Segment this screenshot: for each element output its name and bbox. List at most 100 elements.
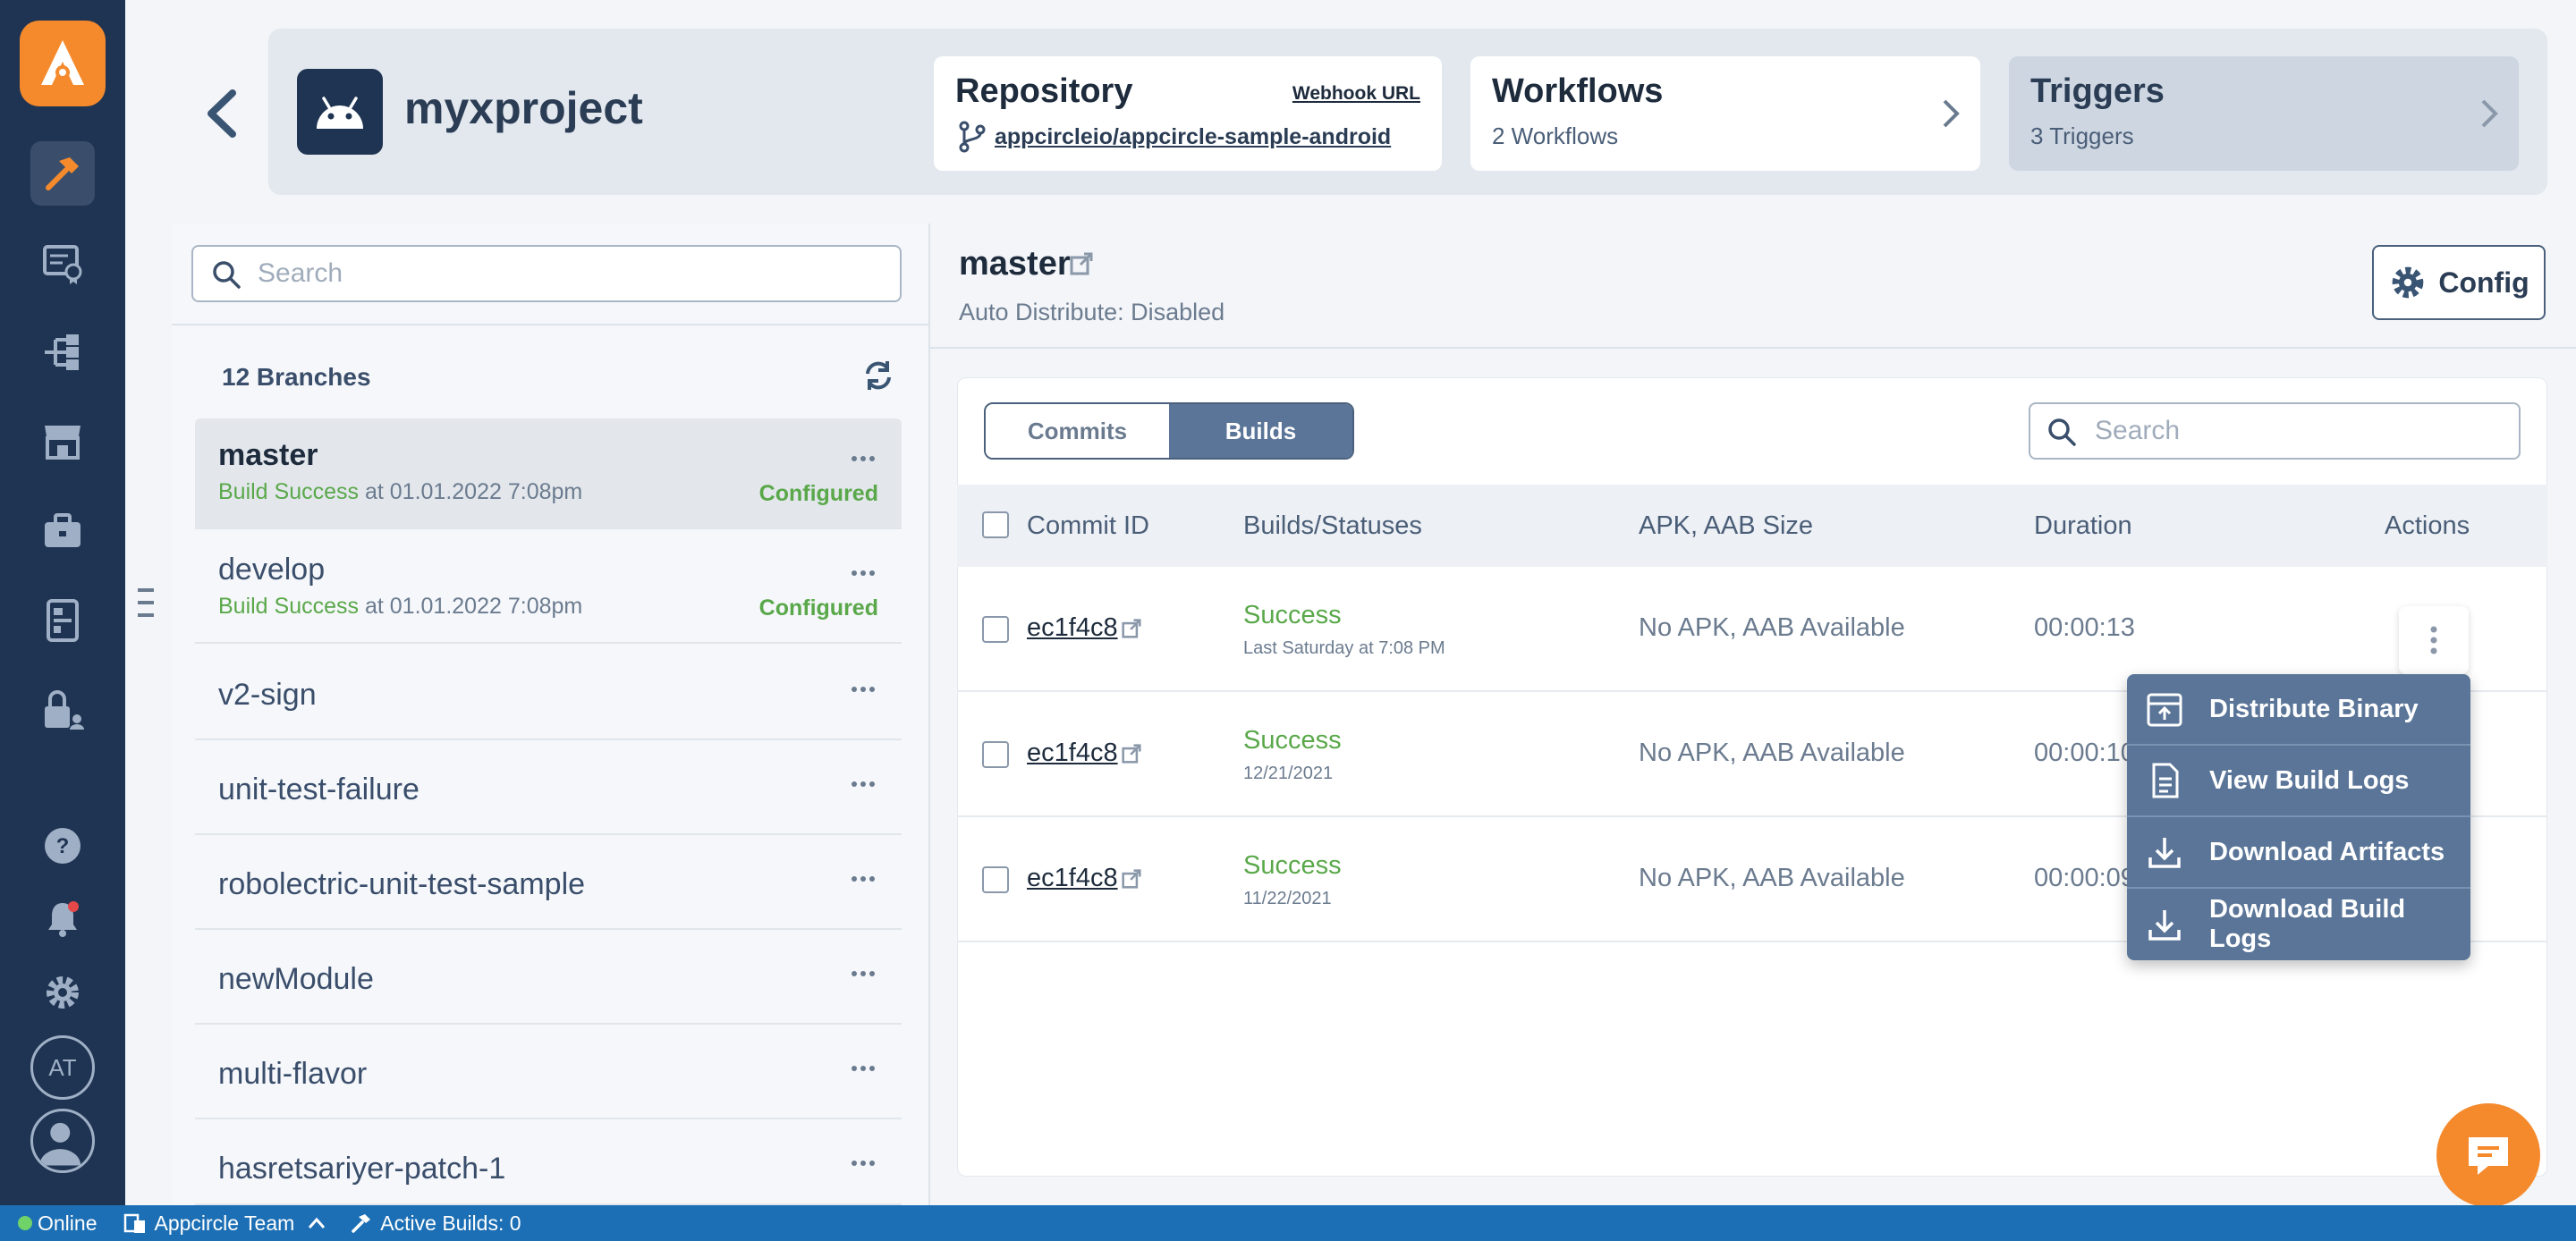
drag-handle-icon[interactable] (136, 587, 156, 619)
branch-item[interactable]: newModule (195, 932, 902, 1025)
menu-distribute-binary[interactable]: Distribute Binary (2127, 674, 2470, 746)
more-options-icon[interactable] (850, 685, 877, 694)
enterprise-icon[interactable] (30, 499, 95, 563)
workflows-title: Workflows (1492, 72, 1664, 110)
build-status: Success (1243, 851, 1342, 880)
workflows-count: 2 Workflows (1492, 122, 1619, 149)
gear-icon (2392, 266, 2424, 299)
row-checkbox[interactable] (982, 866, 1009, 893)
distribution-icon[interactable] (30, 320, 95, 384)
build-status: Success (1243, 601, 1342, 629)
gear-icon[interactable] (30, 960, 95, 1025)
help-icon[interactable]: ? (30, 814, 95, 878)
branch-title: master (959, 245, 1071, 283)
more-options-icon[interactable] (850, 569, 877, 578)
branch-name: multi-flavor (218, 1057, 368, 1091)
branch-item[interactable]: robolectric-unit-test-sample (195, 837, 902, 930)
status-bar: Online Appcircle Team Active Builds: 0 (0, 1205, 2576, 1241)
build-icon[interactable] (30, 141, 95, 206)
build-duration: 00:00:10 (2034, 739, 2135, 767)
repository-card[interactable]: Repository Webhook URL appcircleio/appci… (934, 56, 1442, 171)
refresh-icon[interactable] (862, 359, 894, 392)
branch-item[interactable]: v2-sign (195, 647, 902, 740)
build-status-label: Build Success (218, 479, 360, 504)
branch-build-status: Build Success at 01.01.2022 7:08pm (218, 594, 582, 620)
external-link-icon[interactable] (1122, 744, 1141, 764)
more-options-icon[interactable] (850, 1064, 877, 1073)
bell-icon[interactable] (30, 887, 95, 951)
build-duration: 00:00:09 (2034, 864, 2135, 892)
branch-name: robolectric-unit-test-sample (218, 867, 586, 901)
build-date: Last Saturday at 7:08 PM (1243, 638, 1445, 658)
branch-item[interactable]: multi-flavor (195, 1026, 902, 1119)
more-options-icon[interactable] (850, 969, 877, 978)
more-options-icon[interactable] (850, 874, 877, 883)
menu-download-build-logs[interactable]: Download Build Logs (2127, 889, 2470, 960)
repository-link[interactable]: appcircleio/appcircle-sample-android (995, 124, 1391, 150)
config-button[interactable]: Config (2372, 245, 2546, 320)
repository-title: Repository (955, 72, 1133, 110)
menu-label: View Build Logs (2209, 765, 2410, 795)
commit-id-link[interactable]: ec1f4c8 (1027, 613, 1118, 643)
tab-commits[interactable]: Commits (986, 404, 1169, 458)
row-checkbox[interactable] (982, 741, 1009, 768)
left-rail: ? AT (0, 0, 125, 1205)
team-switcher[interactable]: Appcircle Team (123, 1211, 326, 1236)
commit-id-link[interactable]: ec1f4c8 (1027, 864, 1118, 893)
active-builds[interactable]: Active Builds: 0 (350, 1211, 521, 1236)
triggers-count: 3 Triggers (2030, 122, 2134, 149)
avatar-initials[interactable]: AT (30, 1035, 95, 1100)
branch-name: develop (218, 553, 326, 587)
table-row: ec1f4c8 Success Last Saturday at 7:08 PM No… (957, 567, 2547, 692)
workflows-card[interactable]: Workflows 2 Workflows (1470, 56, 1980, 171)
tab-builds[interactable]: Builds (1169, 404, 1352, 458)
column-size: APK, AAB Size (1639, 511, 1814, 540)
external-link-icon[interactable] (1122, 869, 1141, 889)
document-icon (2152, 763, 2179, 798)
configured-badge: Configured (758, 595, 878, 620)
back-arrow-icon[interactable] (199, 82, 243, 145)
chevron-up-icon (309, 1217, 326, 1228)
divider (172, 324, 930, 325)
config-label: Config (2438, 266, 2529, 299)
search-icon (213, 261, 241, 289)
artifact-size: No APK, AAB Available (1639, 613, 1905, 642)
menu-download-artifacts[interactable]: Download Artifacts (2127, 817, 2470, 889)
branch-count: 12 Branches (222, 363, 371, 391)
chat-button[interactable] (2436, 1103, 2540, 1207)
branch-item[interactable]: master Build Success at 01.01.2022 7:08pm… (195, 418, 902, 529)
menu-view-build-logs[interactable]: View Build Logs (2127, 746, 2470, 817)
git-branch-icon (959, 121, 986, 153)
more-options-icon[interactable] (850, 1159, 877, 1168)
build-status-label: Build Success (218, 594, 360, 619)
testing-icon[interactable] (30, 231, 95, 295)
more-options-icon[interactable] (850, 780, 877, 789)
external-link-icon[interactable] (1122, 619, 1141, 638)
row-checkbox[interactable] (982, 616, 1009, 643)
webhook-url-link[interactable]: Webhook URL (1292, 83, 1420, 105)
team-icon (124, 1213, 146, 1233)
branch-item[interactable]: hasretsariyer-patch-1 (195, 1121, 902, 1205)
more-options-icon[interactable] (850, 454, 877, 463)
build-status-time: at 01.01.2022 7:08pm (359, 479, 583, 504)
branch-item[interactable]: develop Build Success at 01.01.2022 7:08p… (195, 533, 902, 644)
select-all-checkbox[interactable] (982, 511, 1009, 538)
branch-search[interactable] (191, 245, 902, 302)
signing-icon[interactable] (30, 678, 95, 742)
store-icon[interactable] (30, 409, 95, 474)
configured-badge: Configured (758, 481, 878, 506)
build-status-time: at 01.01.2022 7:08pm (359, 594, 583, 619)
builds-search-input[interactable] (2095, 415, 2506, 447)
commit-id-link[interactable]: ec1f4c8 (1027, 739, 1118, 768)
appcircle-logo[interactable] (20, 21, 106, 106)
branch-item[interactable]: unit-test-failure (195, 742, 902, 835)
builds-search[interactable] (2029, 402, 2521, 460)
artifact-size: No APK, AAB Available (1639, 739, 1905, 767)
external-link-icon[interactable] (1070, 252, 1093, 275)
triggers-card[interactable]: Triggers 3 Triggers (2009, 56, 2519, 171)
row-actions-button[interactable] (2399, 606, 2469, 674)
branch-name: unit-test-failure (218, 772, 419, 806)
publish-icon[interactable] (30, 588, 95, 653)
user-icon[interactable] (30, 1109, 95, 1173)
branch-search-input[interactable] (258, 257, 884, 290)
